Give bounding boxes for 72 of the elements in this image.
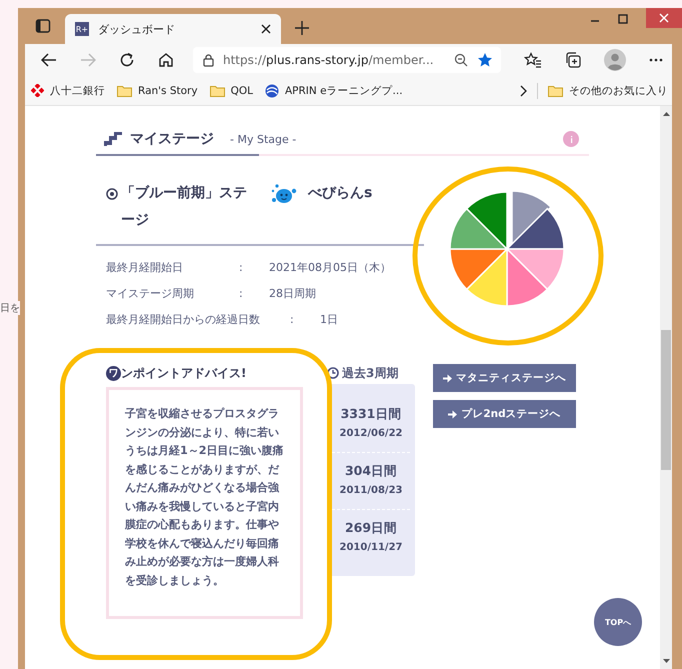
bookmark-label: QOL [230,84,253,96]
star-icon[interactable] [477,52,493,68]
address-bar[interactable]: https://plus.rans-story.jp/member... [193,47,501,73]
more-icon[interactable] [649,58,663,62]
globe-icon [264,84,279,98]
info-label: マイステージ周期 [106,286,195,300]
cycle-length: 304日間 [344,462,398,480]
new-tab-icon[interactable] [295,21,309,35]
reload-icon[interactable] [119,52,135,68]
folder-icon [210,84,225,96]
scrollbar-thumb[interactable] [661,330,671,470]
arrow-right-icon [443,374,452,382]
url-text: https://plus.rans-story.jp/member... [223,53,435,67]
maximize-icon[interactable] [618,14,628,24]
background-window-text: 日を [0,301,20,315]
folder-icon [548,84,563,96]
diamond-logo-icon [31,84,44,97]
colon-separator: : [239,286,244,300]
section-title: マイステージ [130,130,214,148]
colon-separator: : [239,260,244,274]
history-title: 過去3周期 [342,364,398,382]
close-window-button[interactable] [646,8,682,28]
bookmark-item[interactable]: QOL [210,84,253,96]
close-icon[interactable] [261,24,271,34]
cycle-date: 2012/06/22 [340,427,402,441]
bookmark-label: 八十二銀行 [50,84,105,98]
stairs-icon [104,132,122,146]
scrollbar[interactable] [660,106,672,669]
info-label: 最終月経開始日からの経過日数 [106,312,261,326]
target-icon [106,188,118,200]
info-value: 28日周期 [269,286,316,300]
info-value: 1日 [320,312,338,326]
scroll-down-icon[interactable] [662,659,670,663]
bookmark-label: その他のお気に入り [569,84,668,98]
info-value: 2021年08月05日（木） [269,260,391,274]
info-label: 最終月経開始日 [106,260,184,274]
home-icon[interactable] [158,52,174,68]
section-subtitle: - My Stage - [230,132,296,146]
tab-title: ダッシュボード [98,22,176,36]
stage-title: 「ブルー前期」ステージ [121,184,248,230]
advice-badge: ワ [106,366,121,380]
scroll-up-icon[interactable] [662,112,670,116]
zoom-out-icon[interactable] [454,53,468,67]
advice-title: ンポイントアドバイス! [121,364,246,382]
site-favicon: R+ [75,22,89,36]
cycle-date: 2011/08/23 [340,484,402,498]
bookmark-item[interactable]: Ran's Story [117,84,198,96]
clock-icon [327,367,339,379]
mascot-icon [270,182,298,206]
collections-icon[interactable] [565,52,581,68]
browser-tab[interactable]: R+ ダッシュボード [65,14,281,44]
back-to-top-button[interactable]: TOPへ [594,598,642,646]
bookmark-label: Ran's Story [138,84,198,96]
bookmark-item[interactable]: その他のお気に入り [548,84,668,98]
back-icon[interactable] [41,53,57,67]
arrow-right-icon [448,410,458,418]
close-icon [659,13,669,23]
cycle-date: 2010/11/27 [340,541,402,555]
stage-link-button[interactable]: プレ2ndステージへ [433,400,576,428]
colon-separator: : [290,312,295,326]
mascot-name: べびらんs [308,184,372,203]
tab-actions-icon[interactable] [35,18,51,34]
profile-avatar-icon[interactable] [604,49,626,71]
stage-link-button[interactable]: マタニティステージへ [433,364,576,392]
bookmark-item[interactable]: 八十二銀行 [31,84,105,98]
chevron-right-icon[interactable] [520,84,527,96]
advice-text: 子宮を収縮させるプロスタグランジンの分泌により、特に若いうちは月経1～2日目に強い腹痛を感じることがありますが、だんだん痛みがひどくなる場合強い痛みを我慢していると子宮内膜症の心配もあります。仕事や学校を休んで寝込んだり毎回痛み止めが必要な方は一度婦人科を受診しましょう。 [125,406,285,588]
lock-icon [203,54,214,66]
favorites-icon[interactable] [524,52,542,68]
cycle-length: 269日間 [344,519,398,537]
cycle-length: 3331日間 [340,405,402,423]
folder-icon [117,84,132,96]
